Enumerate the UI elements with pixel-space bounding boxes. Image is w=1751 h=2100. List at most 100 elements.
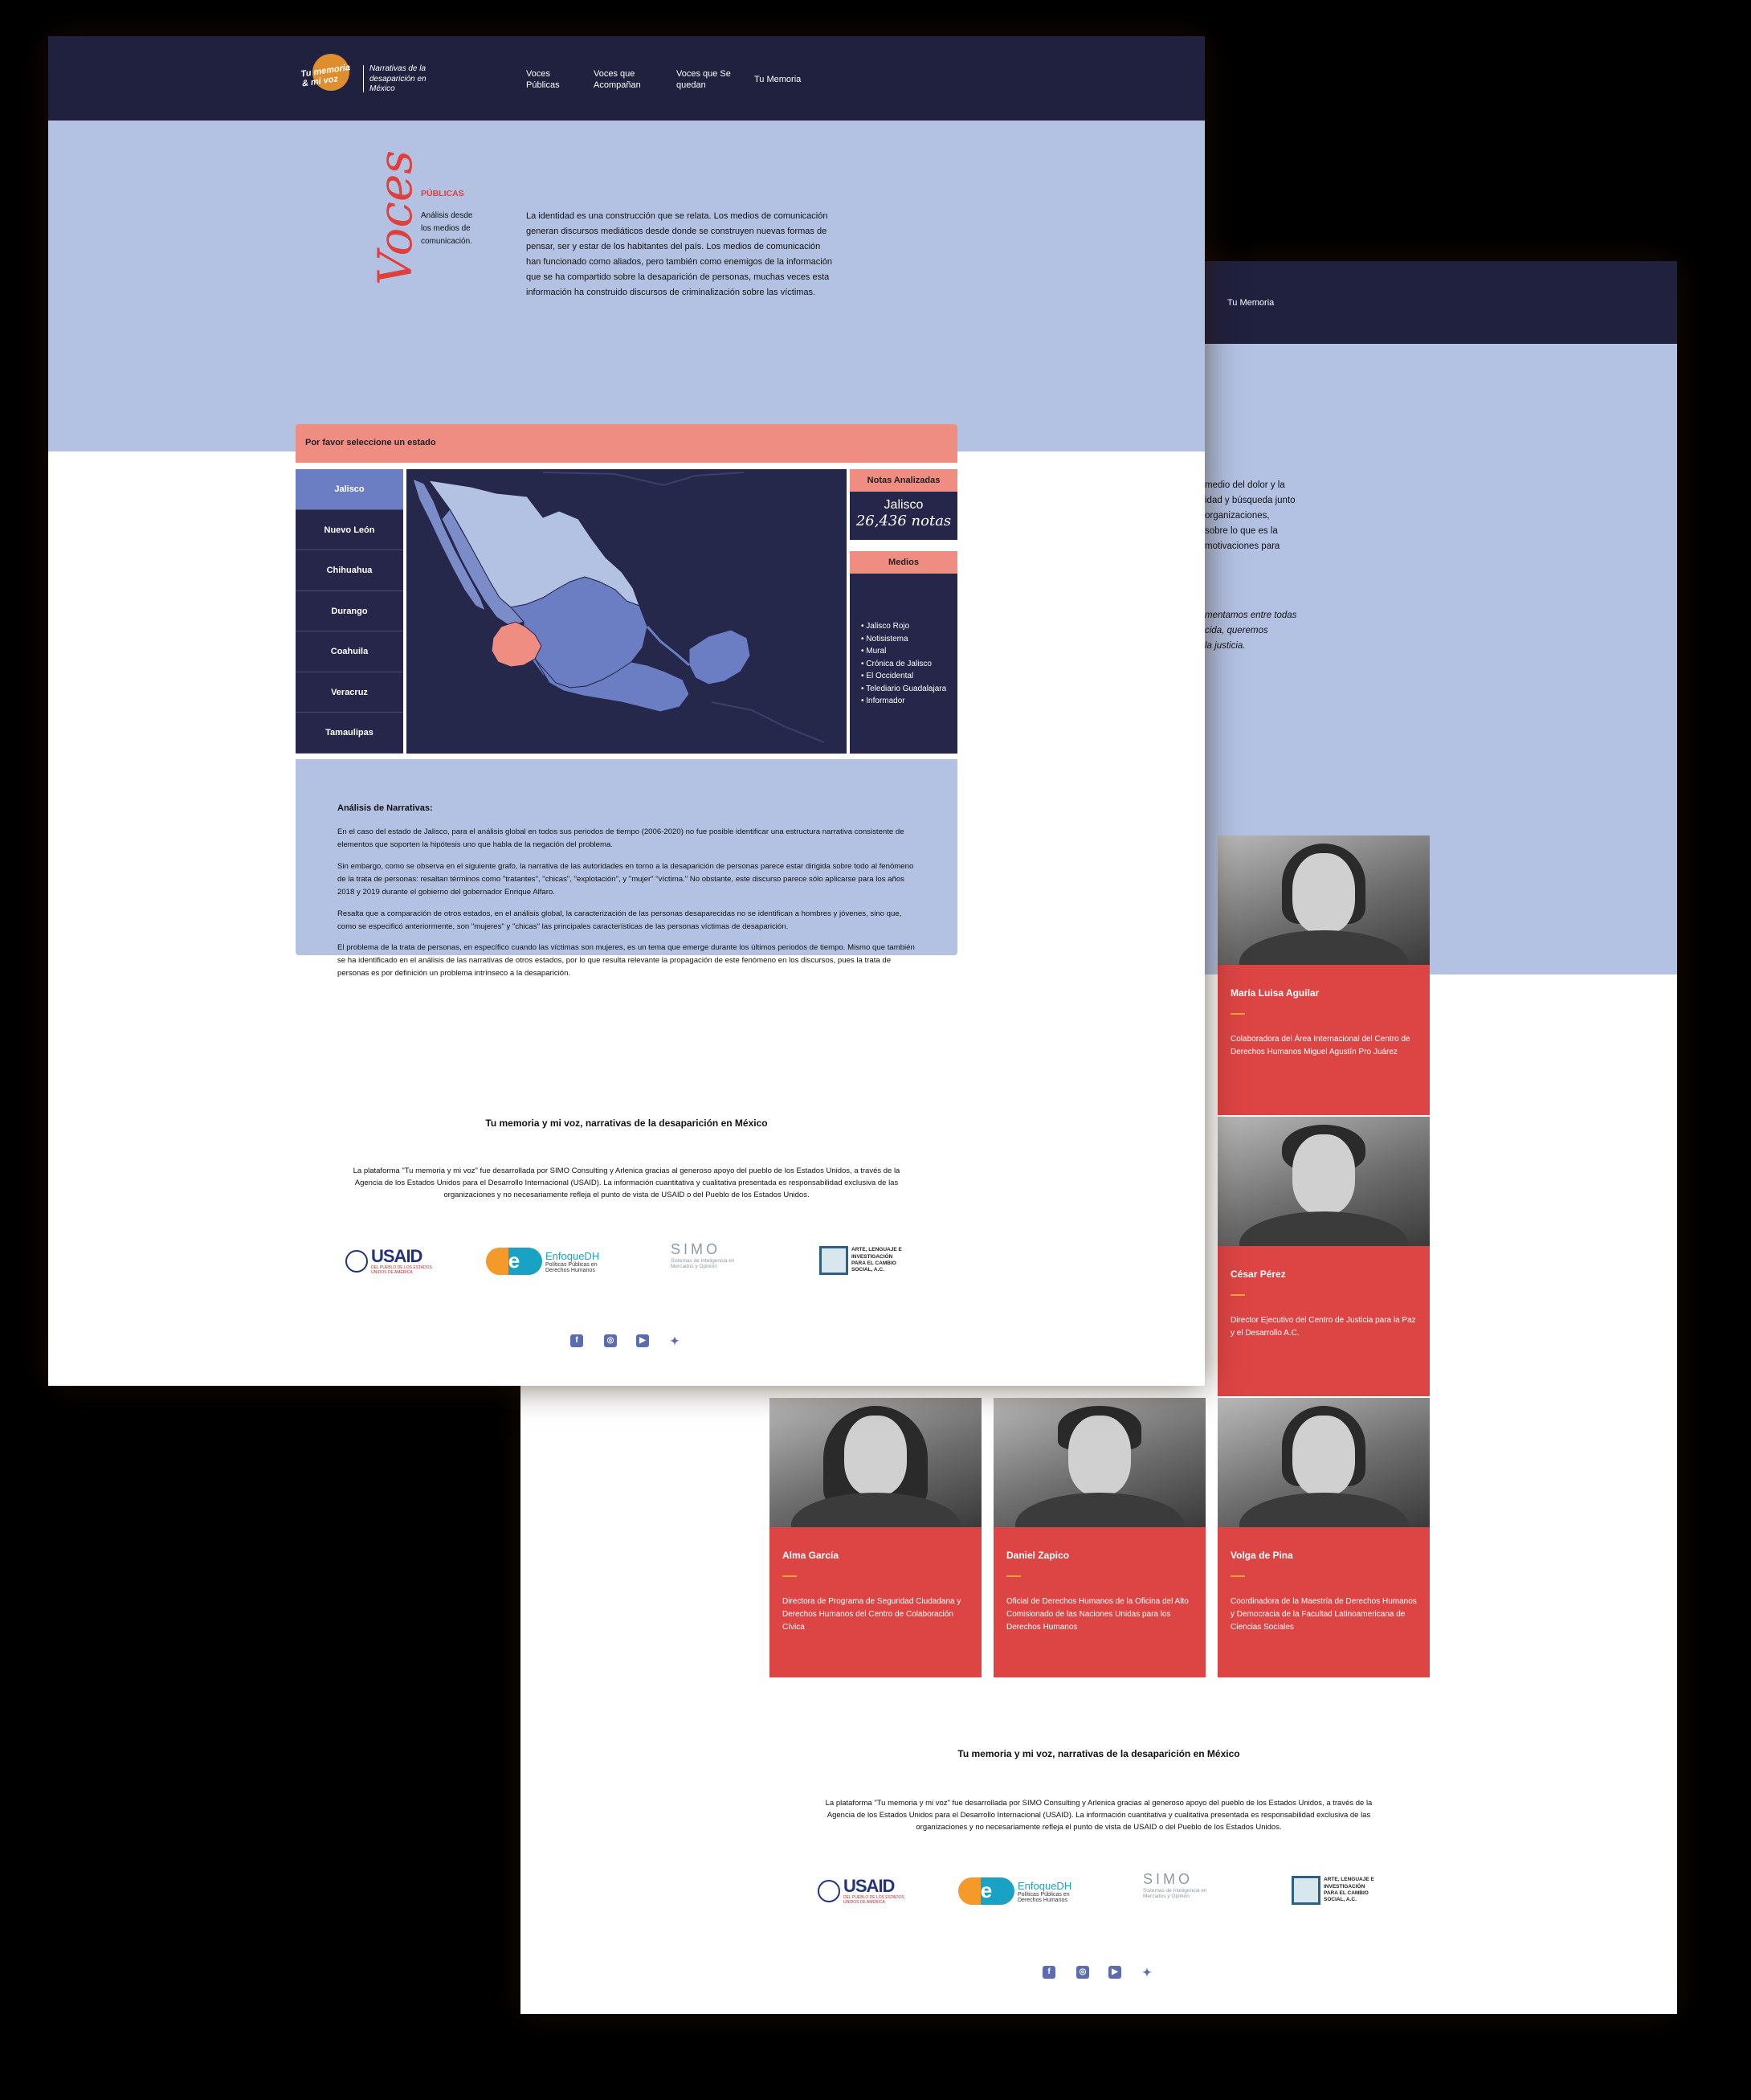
site-tagline: Narrativas de la desaparición en México [369, 64, 427, 93]
arlenica-mark-icon [819, 1246, 848, 1275]
usaid-logo[interactable]: USAID DEL PUEBLO DE LOS ESTADOS UNIDOS DE… [818, 1877, 916, 1905]
instagram-icon[interactable]: ◎ [1076, 1966, 1089, 1979]
medio-item: Crónica de Jalisco [861, 658, 946, 671]
arlenica-wordmark: ARTE, LENGUAJE E INVESTIGACIÓN PARA EL C… [851, 1247, 902, 1273]
instagram-icon[interactable]: ◎ [604, 1334, 617, 1347]
person-role: Director Ejecutivo del Centro de Justici… [1231, 1316, 1416, 1338]
back-quote-line: la justicia. [1205, 640, 1246, 651]
analysis-panel: Análisis de Narrativas: En el caso del e… [296, 759, 957, 978]
person-divider [1006, 1575, 1021, 1577]
usaid-logo[interactable]: USAID DEL PUEBLO DE LOS ESTADOS UNIDOS DE… [345, 1248, 443, 1275]
footer-text-line: La plataforma "Tu memoria y mi voz" fue … [353, 1166, 900, 1175]
footer-text-line: Agencia de los Estados Unidos para el De… [827, 1811, 1371, 1820]
arlenica-logo[interactable]: ARTE, LENGUAJE E INVESTIGACIÓN PARA EL C… [819, 1246, 908, 1275]
simo-subtitle: Sistemas de Inteligencia en Mercados y O… [1143, 1888, 1207, 1899]
state-item-nuevo-leon[interactable]: Nuevo León [296, 509, 403, 550]
notas-panel: Jalisco 26,436 notas [850, 492, 957, 540]
state-item-veracruz[interactable]: Veracruz [296, 672, 403, 713]
simo-wordmark: SIMO [1143, 1871, 1194, 1887]
analysis-paragraph: Resalta que a comparación de otros estad… [337, 909, 902, 932]
usaid-seal-icon [818, 1880, 840, 1902]
state-select-bar: Por favor seleccione un estado [296, 424, 957, 463]
simo-logo[interactable]: SIMO Sistemas de Inteligencia en Mercado… [1143, 1871, 1215, 1899]
notas-state: Jalisco [884, 498, 924, 512]
usaid-seal-icon [345, 1250, 368, 1273]
enfoquedh-e-icon: e [486, 1248, 542, 1275]
person-divider [1231, 1294, 1245, 1296]
person-divider [1231, 1013, 1245, 1015]
twitter-icon[interactable]: ✦ [668, 1334, 681, 1347]
enfoquedh-subtitle: Políticas Públicas en Derechos Humanos [545, 1261, 598, 1273]
medio-item: Telediario Guadalajara [861, 683, 946, 696]
state-item-durango[interactable]: Durango [296, 590, 403, 631]
footer-text-line: La plataforma "Tu memoria y mi voz" fue … [825, 1799, 1373, 1808]
usaid-wordmark: USAID [843, 1876, 895, 1896]
person-divider [782, 1575, 797, 1577]
medio-item: Notisistema [861, 633, 946, 646]
state-item-coahuila[interactable]: Coahuila [296, 631, 403, 672]
nav-voces-acompanan[interactable]: Voces que Acompañan [594, 68, 650, 92]
nav-tu-memoria[interactable]: Tu Memoria [754, 74, 801, 85]
state-item-chihuahua[interactable]: Chihuahua [296, 550, 403, 591]
medio-item: Informador [861, 695, 946, 708]
enfoquedh-logo[interactable]: e EnfoqueDH Políticas Públicas en Derecho… [958, 1877, 1082, 1905]
footer-text: La plataforma "Tu memoria y mi voz" fue … [697, 1797, 1500, 1834]
arlenica-wordmark: ARTE, LENGUAJE E INVESTIGACIÓN PARA EL C… [1324, 1877, 1374, 1903]
section-word: Voces [368, 149, 422, 285]
person-photo [994, 1398, 1206, 1527]
medios-list: Jalisco Rojo Notisistema Mural Crónica d… [861, 620, 946, 708]
nav-tu-memoria[interactable]: Tu Memoria [1227, 297, 1274, 308]
notas-header: Notas Analizadas [850, 469, 957, 492]
person-photo [1218, 836, 1430, 965]
simo-subtitle: Sistemas de Inteligencia en Mercados y O… [671, 1258, 735, 1269]
person-card[interactable]: Alma García Directora de Programa de Seg… [769, 1398, 982, 1677]
analysis-paragraph: Sin embargo, como se observa en el sigui… [337, 862, 914, 897]
youtube-icon[interactable]: ▶ [1108, 1966, 1121, 1979]
back-quote-line: cida, queremos [1205, 625, 1268, 635]
person-name: Volga de Pina [1231, 1550, 1293, 1561]
nav-voces-se-quedan[interactable]: Voces que Se quedan [676, 68, 733, 92]
front-page: Tu memoria & mi voz Narrativas de la des… [48, 36, 1205, 1386]
enfoquedh-e-icon: e [958, 1877, 1014, 1905]
person-photo [1218, 1398, 1430, 1527]
person-photo [1218, 1117, 1430, 1246]
mexico-map-svg [406, 469, 847, 754]
enfoquedh-logo[interactable]: e EnfoqueDH Políticas Públicas en Derecho… [486, 1248, 610, 1275]
person-card[interactable]: Daniel Zapico Oficial de Derechos Humano… [994, 1398, 1206, 1677]
medio-item: El Occidental [861, 670, 946, 683]
state-list: Jalisco Nuevo León Chihuahua Durango Coa… [296, 469, 403, 754]
back-intro: medio del dolor y la idad y búsqueda jun… [1205, 478, 1296, 554]
person-divider [1231, 1575, 1245, 1577]
arlenica-mark-icon [1292, 1876, 1320, 1905]
person-card[interactable]: Volga de Pina Coordinadora de la Maestrí… [1218, 1398, 1430, 1677]
back-quote-line: mentamos entre todas [1205, 611, 1297, 620]
logo-divider [363, 65, 364, 92]
analysis-paragraph: En el caso del estado de Jalisco, para e… [337, 827, 904, 850]
back-intro-line: organizaciones, [1205, 510, 1270, 521]
person-card[interactable]: María Luisa Aguilar Colaboradora del Áre… [1218, 836, 1430, 1115]
twitter-icon[interactable]: ✦ [1141, 1966, 1153, 1979]
person-role: Directora de Programa de Seguridad Ciuda… [782, 1597, 961, 1632]
logo-wordmark: Tu memoria & mi voz [300, 63, 351, 89]
person-role: Colaboradora del Área Internacional del … [1231, 1035, 1410, 1056]
usaid-wordmark: USAID [371, 1246, 422, 1266]
back-intro-line: sobre lo que es la [1205, 525, 1278, 536]
person-card[interactable]: César Pérez Director Ejecutivo del Centr… [1218, 1117, 1430, 1396]
person-photo [769, 1398, 982, 1527]
state-item-tamaulipas[interactable]: Tamaulipas [296, 713, 403, 754]
state-item-jalisco[interactable]: Jalisco [296, 469, 403, 510]
person-role: Coordinadora de la Maestría de Derechos … [1231, 1597, 1417, 1632]
medios-header: Medios [850, 551, 957, 574]
front-nav: Tu memoria & mi voz Narrativas de la des… [48, 36, 1205, 121]
site-logo[interactable]: Tu memoria & mi voz [300, 52, 356, 107]
facebook-icon[interactable]: f [1043, 1966, 1055, 1979]
mexico-map[interactable] [406, 469, 847, 754]
youtube-icon[interactable]: ▶ [636, 1334, 649, 1347]
simo-logo[interactable]: SIMO Sistemas de Inteligencia en Mercado… [671, 1241, 743, 1269]
nav-voces-publicas[interactable]: Voces Públicas [526, 68, 566, 92]
enfoquedh-wordmark: EnfoqueDH [1018, 1879, 1072, 1892]
medio-item: Jalisco Rojo [861, 620, 946, 633]
person-name: María Luisa Aguilar [1231, 987, 1320, 999]
arlenica-logo[interactable]: ARTE, LENGUAJE E INVESTIGACIÓN PARA EL C… [1292, 1876, 1380, 1905]
facebook-icon[interactable]: f [570, 1334, 583, 1347]
